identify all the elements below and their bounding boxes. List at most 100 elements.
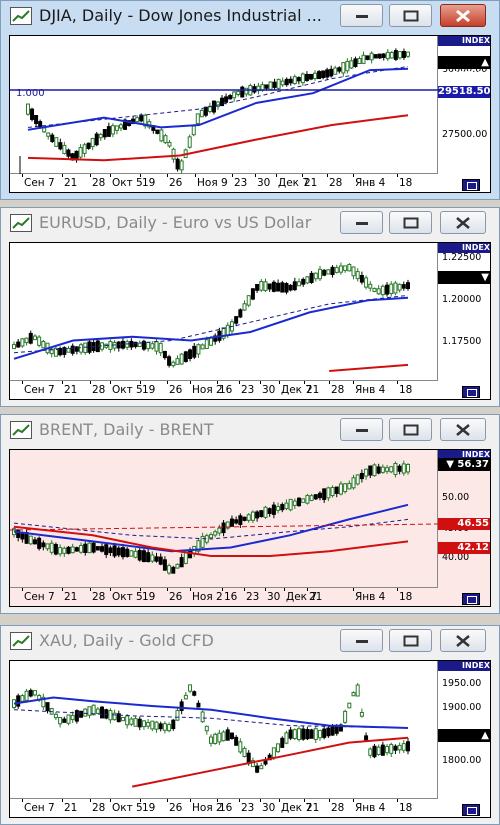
minimize-button[interactable] (340, 4, 383, 27)
price-plot[interactable] (10, 450, 438, 588)
close-icon (456, 216, 470, 229)
maximize-button[interactable] (389, 4, 432, 27)
chart-window-eurusd[interactable]: EURUSD, Daily - Euro vs US Dollar INDEX 1… (0, 207, 500, 407)
time-scale[interactable]: Сен 7 21 28 Окт 5 19 26 Ноя 2 16 23 30 Дек 7 21 28 Ян… (10, 381, 438, 399)
candle-body (108, 710, 113, 721)
candle-body (406, 741, 410, 752)
price-scale[interactable]: INDEX1950.001900.001850.001800.00▲ 1855.… (438, 661, 490, 817)
minimize-button[interactable] (340, 418, 383, 441)
chart-area[interactable]: INDEX1950.001900.001850.001800.00▲ 1855.… (9, 660, 491, 818)
candle-body (334, 267, 339, 273)
time-label: 23 (234, 177, 248, 189)
price-scale[interactable]: INDEX30000.0027500.00▲ 30823.0029518.50 (438, 36, 491, 192)
candle-body (406, 51, 410, 57)
title-bar[interactable]: DJIA, Daily - Dow Jones Industrial ... (1, 1, 499, 31)
candle-body (330, 487, 335, 497)
candle-body (389, 283, 394, 294)
candle-body (94, 133, 99, 146)
price-plot[interactable] (10, 661, 438, 799)
shift-end-button[interactable] (462, 593, 480, 605)
chart-window-djia[interactable]: DJIA, Daily - Dow Jones Industrial ... 1… (0, 0, 500, 200)
candle-body (187, 136, 192, 148)
last-price-tag: ▲ 30823.00 (438, 56, 491, 81)
candle-body (250, 511, 255, 521)
candle-body (250, 288, 255, 300)
candle-body (158, 556, 163, 565)
candle-body (300, 73, 305, 84)
candle-body (90, 138, 95, 148)
title-bar[interactable]: EURUSD, Daily - Euro vs US Dollar (1, 208, 499, 238)
maximize-button[interactable] (389, 629, 432, 652)
chart-window-xau[interactable]: XAU, Daily - Gold CFD INDEX 1950.00 1900.0… (0, 625, 500, 825)
candle-body (146, 342, 151, 350)
time-scale[interactable]: Сен 7 21 28 Окт 5 19 26 Ноя 2 16 23 30 Дек 7 21 28 Ян… (10, 799, 438, 817)
candle-body (137, 718, 142, 728)
candle-body (62, 547, 67, 554)
time-label: 26 (169, 591, 183, 603)
chart-window-brent[interactable]: BRENT, Daily - BRENT INDEX55.0050.0045.0… (0, 414, 500, 614)
title-bar[interactable]: BRENT, Daily - BRENT (1, 415, 499, 445)
candle-body (139, 114, 144, 122)
time-label: Янв 4 (355, 591, 386, 603)
price-scale[interactable]: INDEX 1.22500 1.20000 1.17500 ▼ 1.21531 (438, 243, 490, 399)
title-bar[interactable]: XAU, Daily - Gold CFD (1, 626, 499, 656)
candle-body (259, 281, 264, 291)
candle-body (45, 543, 50, 550)
time-scale[interactable]: Сен 7 21 28 Окт 5 19 26 Ноя 9 23 30 Дек 7 21 28 Янв … (10, 174, 438, 192)
close-button[interactable] (440, 211, 486, 234)
candle-body (301, 278, 306, 285)
candle-body (288, 78, 293, 84)
shift-end-button[interactable] (462, 386, 480, 398)
time-scale[interactable]: Сен 7 21 28 Окт 5 19 26 Ноя 2 16 23 30 Дек 7 21 Янв … (10, 588, 438, 606)
candle-body (20, 695, 25, 702)
candle-body (200, 344, 205, 350)
candle-body (238, 515, 243, 525)
candle-body (146, 722, 151, 727)
candle-body (225, 324, 230, 336)
time-tick (307, 588, 308, 591)
candle-body (108, 547, 113, 554)
candle-body (359, 711, 364, 717)
price-scale[interactable]: INDEX55.0050.0045.0040.00▼ 56.3746.5542.… (438, 450, 490, 606)
price-plot[interactable] (10, 243, 438, 381)
shift-end-button[interactable] (462, 804, 480, 816)
candle-body (385, 745, 390, 754)
chart-app-icon (10, 421, 32, 439)
candle-body (368, 283, 373, 289)
maximize-button[interactable] (389, 418, 432, 441)
candle-body (322, 269, 327, 276)
time-label: 21 (306, 802, 320, 814)
candle-body (82, 144, 87, 154)
price-plot[interactable] (10, 36, 438, 174)
candlestick-chart (10, 460, 438, 575)
candle-body (66, 546, 71, 554)
maximize-button[interactable] (389, 211, 432, 234)
time-label: 16 (219, 384, 233, 396)
close-button[interactable] (440, 418, 486, 441)
candle-body (135, 117, 140, 123)
candle-body (361, 54, 366, 64)
minimize-button[interactable] (340, 211, 383, 234)
chart-area[interactable]: INDEX 1.22500 1.20000 1.17500 ▼ 1.21531 Сен … (9, 242, 491, 400)
candle-body (192, 691, 197, 696)
candle-body (333, 67, 338, 75)
chart-area[interactable]: 1.000 INDEX30000.0027500.00▲ 30823.00295… (9, 35, 491, 193)
candle-body (393, 282, 398, 294)
time-label: 19 (142, 384, 156, 396)
shift-end-button[interactable] (462, 179, 480, 191)
price-tick-label: 50.00 (442, 492, 470, 503)
candle-body (54, 137, 59, 147)
time-tick (190, 588, 191, 591)
candle-body (267, 508, 272, 514)
candle-body (385, 284, 390, 295)
close-button[interactable] (440, 4, 486, 27)
minimize-button[interactable] (340, 629, 383, 652)
time-tick (353, 174, 354, 177)
candle-body (118, 124, 123, 129)
candle-body (209, 534, 213, 539)
candle-body (49, 542, 54, 553)
candle-body (292, 76, 297, 85)
level-price-tag: 29518.50 (438, 86, 491, 98)
close-button[interactable] (440, 629, 486, 652)
chart-area[interactable]: INDEX55.0050.0045.0040.00▼ 56.3746.5542.… (9, 449, 491, 607)
